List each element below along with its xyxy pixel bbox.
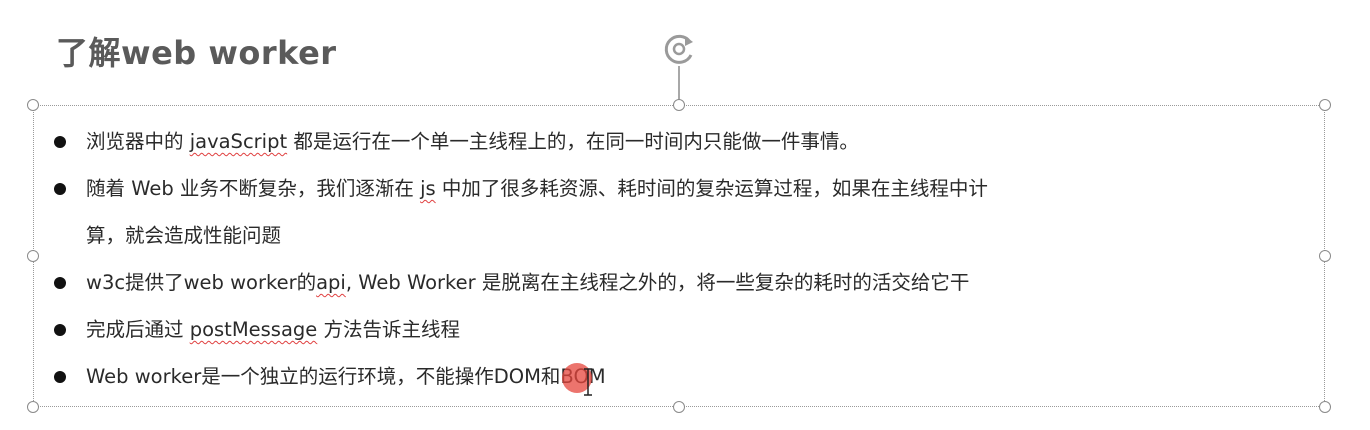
bullet-text: 方法告诉主线程 — [317, 318, 460, 341]
resize-handle-middle-left[interactable] — [27, 250, 39, 262]
resize-handle-top-left[interactable] — [27, 99, 39, 111]
resize-handle-bottom-left[interactable] — [27, 401, 39, 413]
spellcheck-word[interactable]: javaScript — [190, 130, 287, 153]
slide-title[interactable]: 了解web worker — [56, 28, 337, 74]
spellcheck-word[interactable]: js — [420, 177, 436, 200]
ibeam-cursor-icon — [584, 368, 592, 396]
bullet-dot-icon — [54, 136, 66, 148]
resize-handle-bottom-right[interactable] — [1319, 401, 1331, 413]
spellcheck-word[interactable]: postMessage — [190, 318, 318, 341]
resize-handle-top-right[interactable] — [1319, 99, 1331, 111]
bullet-dot-icon — [54, 371, 66, 383]
bullet-item[interactable]: 完成后通过 postMessage 方法告诉主线程 — [48, 306, 1298, 353]
bullet-text-continuation: 算，就会造成性能问题 — [86, 224, 282, 247]
resize-handle-middle-right[interactable] — [1319, 250, 1331, 262]
resize-handle-top-center[interactable] — [673, 99, 685, 111]
bullet-list[interactable]: 浏览器中的 javaScript 都是运行在一个单一主线程上的，在同一时间内只能… — [48, 118, 1298, 400]
bullet-item[interactable]: Web worker是一个独立的运行环境，不能操作DOM和BOM — [48, 353, 1298, 400]
bullet-dot-icon — [54, 324, 66, 336]
bullet-text: w3c提供了web worker的 — [86, 271, 317, 294]
bullet-text: 浏览器中的 — [86, 130, 190, 153]
spellcheck-word[interactable]: api — [316, 271, 346, 294]
bullet-dot-icon — [54, 277, 66, 289]
bullet-text: 随着 Web 业务不断复杂，我们逐渐在 — [86, 177, 421, 200]
bullet-text: , Web Worker 是脱离在主线程之外的，将一些复杂的耗时的活交给它干 — [345, 271, 970, 294]
bullet-item[interactable]: 随着 Web 业务不断复杂，我们逐渐在 js 中加了很多耗资源、耗时间的复杂运算… — [48, 165, 1298, 259]
bullet-text: 完成后通过 — [86, 318, 190, 341]
bullet-text: 都是运行在一个单一主线程上的，在同一时间内只能做一件事情。 — [287, 130, 859, 153]
bullet-dot-icon — [54, 183, 66, 195]
rotate-icon[interactable] — [660, 30, 698, 68]
bullet-text: Web worker是一个独立的运行环境，不能操作DOM和BOM — [86, 365, 606, 388]
bullet-text: 中加了很多耗资源、耗时间的复杂运算过程，如果在主线程中计 — [435, 177, 988, 200]
resize-handle-bottom-center[interactable] — [673, 401, 685, 413]
bullet-item[interactable]: 浏览器中的 javaScript 都是运行在一个单一主线程上的，在同一时间内只能… — [48, 118, 1298, 165]
bullet-item[interactable]: w3c提供了web worker的api, Web Worker 是脱离在主线程… — [48, 259, 1298, 306]
